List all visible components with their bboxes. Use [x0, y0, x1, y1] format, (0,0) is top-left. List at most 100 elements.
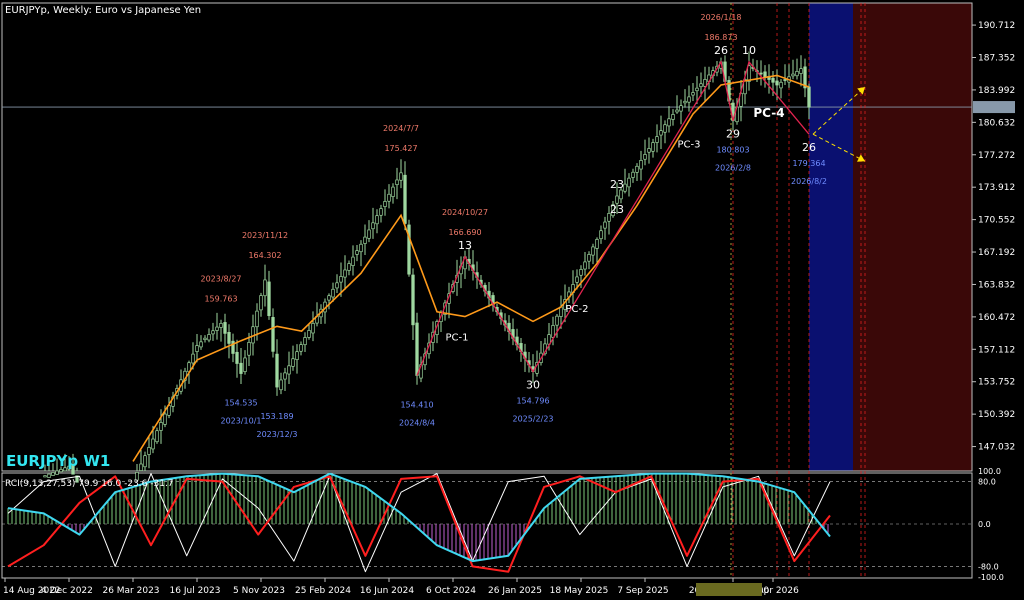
candle-body — [683, 100, 687, 104]
candle-body — [219, 323, 223, 328]
candle-body — [551, 325, 555, 338]
candle-body — [47, 473, 51, 478]
top-label-date: 2024/7/7 — [383, 124, 419, 133]
candle-body — [263, 279, 267, 297]
candle-body — [195, 345, 199, 352]
candle-body — [599, 230, 603, 240]
time-axis-label: 26 Mar 2023 — [102, 586, 159, 596]
time-axis-label: 26 Jan 2025 — [488, 586, 542, 596]
candle-body — [355, 250, 359, 255]
candle-body — [43, 475, 47, 478]
candle-body — [759, 72, 763, 75]
candle-body — [275, 353, 279, 388]
candle-body — [627, 177, 631, 188]
bottom-label-date: 2026/2/8 — [715, 164, 751, 173]
candle-body — [687, 96, 691, 103]
candle-body — [763, 71, 767, 78]
candle-body — [211, 330, 215, 335]
price-axis-label: 160.472 — [978, 313, 1015, 323]
candle-body — [583, 261, 587, 270]
candle-body — [663, 124, 667, 133]
candle-body — [807, 86, 811, 108]
candle-body — [267, 281, 271, 316]
candle-body — [555, 315, 559, 326]
candle-body — [399, 172, 403, 181]
projection-zones — [809, 3, 972, 471]
candle-body — [255, 310, 259, 328]
phase-cycle-label: PC-4 — [753, 106, 784, 120]
candle-body — [667, 118, 671, 127]
candle-body — [415, 322, 419, 376]
rci-axis-label: 100.0 — [978, 467, 1001, 476]
rci-axis-label: 80.0 — [978, 478, 996, 487]
eurjpy-weekly-chart[interactable]: 2023/8/27 159.763 2023/11/12 164.302 2024/7/… — [0, 0, 1024, 600]
price-axis-label: 170.552 — [978, 216, 1015, 226]
candle-body — [303, 337, 307, 346]
price-axis-label: 173.912 — [978, 183, 1015, 193]
candle-body — [411, 274, 415, 326]
candle-body — [207, 334, 211, 341]
rci-title: RCI(9,13,27,53) 79.9 16.0 -23.6 -31.7 — [5, 479, 174, 489]
candle-body — [299, 344, 303, 352]
rci-axis-label: -80.0 — [978, 562, 999, 571]
top-label-price: 186.873 — [704, 33, 737, 42]
price-axis-label: 177.272 — [978, 151, 1015, 161]
price-axis-label: 157.112 — [978, 345, 1015, 355]
wave-count-label: 26 — [802, 141, 816, 154]
price-axis-label: 163.832 — [978, 280, 1015, 290]
candle-body — [371, 222, 375, 230]
candle-body — [591, 246, 595, 256]
candle-body — [191, 353, 195, 364]
price-axis-label: 153.752 — [978, 378, 1015, 388]
crosshair-date-box — [696, 583, 762, 596]
candle-body — [279, 379, 283, 391]
bottom-label-price: 180.803 — [716, 146, 749, 155]
candle-body — [691, 92, 695, 96]
rci-axis-label: -100.0 — [978, 573, 1004, 582]
price-axis-label: 187.352 — [978, 54, 1015, 64]
wave-count-label: 13 — [458, 239, 472, 252]
watermark: EURJPYp W1 — [6, 452, 110, 470]
candle-body — [799, 68, 803, 74]
zone-maroon — [853, 3, 972, 471]
candle-body — [387, 193, 391, 202]
candle-body — [223, 322, 227, 334]
candle-body — [643, 154, 647, 160]
candle-body — [235, 351, 239, 364]
candle-body — [335, 282, 339, 289]
phase-cycle-label: PC-3 — [678, 140, 701, 151]
candle-body — [243, 357, 247, 372]
phase-cycle-label: PC-2 — [566, 304, 589, 315]
bottom-label-date: 2023/10/1 — [220, 417, 261, 426]
candle-body — [143, 455, 147, 468]
candle-body — [791, 73, 795, 77]
wave-count-label: 29 — [726, 128, 740, 141]
bottom-label-price: 154.796 — [516, 397, 549, 406]
time-axis-label: 4 Dec 2022 — [41, 586, 93, 596]
candle-body — [287, 365, 291, 375]
candle-body — [675, 109, 679, 113]
candle-body — [347, 263, 351, 271]
candle-body — [619, 189, 623, 200]
time-axis-label: 7 Sep 2025 — [617, 586, 668, 596]
candle-body — [283, 372, 287, 380]
candle-body — [351, 256, 355, 267]
candle-body — [55, 470, 59, 475]
candle-body — [375, 215, 379, 225]
rci-axis-label: 0.0 — [978, 520, 991, 529]
price-axis-label: 190.712 — [978, 21, 1015, 31]
bottom-label-price: 153.189 — [260, 412, 293, 421]
candle-body — [395, 179, 399, 186]
candle-body — [363, 236, 367, 244]
candle-body — [659, 130, 663, 136]
candle-body — [247, 341, 251, 356]
wave-count-label: 23 — [610, 178, 624, 191]
wave-count-label: 30 — [526, 379, 540, 392]
candle-body — [203, 337, 207, 341]
top-label-date: 2024/10/27 — [442, 208, 488, 217]
candle-body — [579, 269, 583, 276]
candle-body — [647, 148, 651, 153]
candle-body — [343, 269, 347, 278]
candle-body — [795, 71, 799, 77]
candle-body — [391, 186, 395, 197]
